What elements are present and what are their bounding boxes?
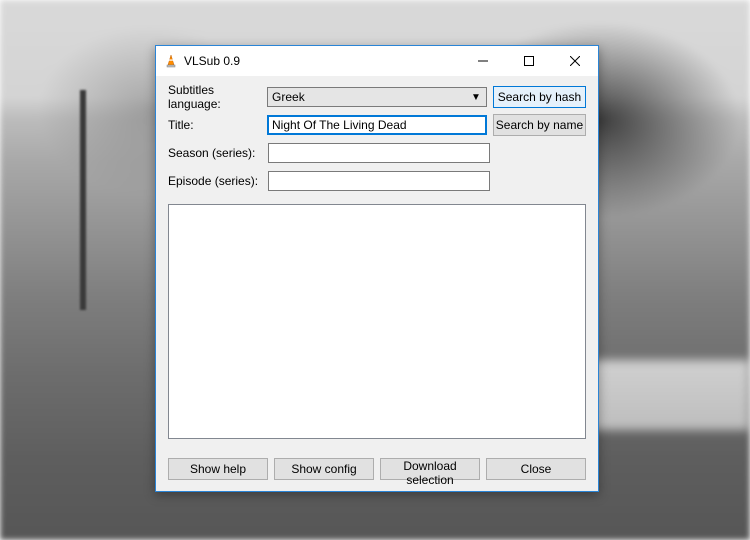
bottom-button-bar: Show help Show config Download selection… [156,451,598,491]
search-by-name-button[interactable]: Search by name [493,114,586,136]
title-row: Title: Search by name [168,114,586,136]
title-input[interactable] [267,115,487,135]
language-dropdown[interactable]: Greek ▼ [267,87,487,107]
download-selection-button[interactable]: Download selection [380,458,480,480]
titlebar[interactable]: VLSub 0.9 [156,46,598,76]
season-input[interactable] [268,143,490,163]
maximize-button[interactable] [506,46,552,76]
season-label: Season (series): [168,146,268,160]
window-controls [460,46,598,76]
language-label: Subtitles language: [168,83,267,111]
language-value: Greek [272,90,305,104]
window-title: VLSub 0.9 [184,54,240,68]
app-icon [164,54,178,68]
show-config-button[interactable]: Show config [274,458,374,480]
episode-input[interactable] [268,171,490,191]
title-label: Title: [168,118,267,132]
results-listbox[interactable] [168,204,586,439]
client-area: Subtitles language: Greek ▼ Search by ha… [156,76,598,451]
close-window-button[interactable] [552,46,598,76]
vlsub-window: VLSub 0.9 Subtitles language: Greek ▼ Se… [155,45,599,492]
background-pole [80,90,86,310]
language-row: Subtitles language: Greek ▼ Search by ha… [168,86,586,108]
season-row: Season (series): [168,142,586,164]
search-by-hash-button[interactable]: Search by hash [493,86,586,108]
show-help-button[interactable]: Show help [168,458,268,480]
episode-row: Episode (series): [168,170,586,192]
minimize-button[interactable] [460,46,506,76]
close-button[interactable]: Close [486,458,586,480]
chevron-down-icon: ▼ [468,92,484,103]
episode-label: Episode (series): [168,174,268,188]
